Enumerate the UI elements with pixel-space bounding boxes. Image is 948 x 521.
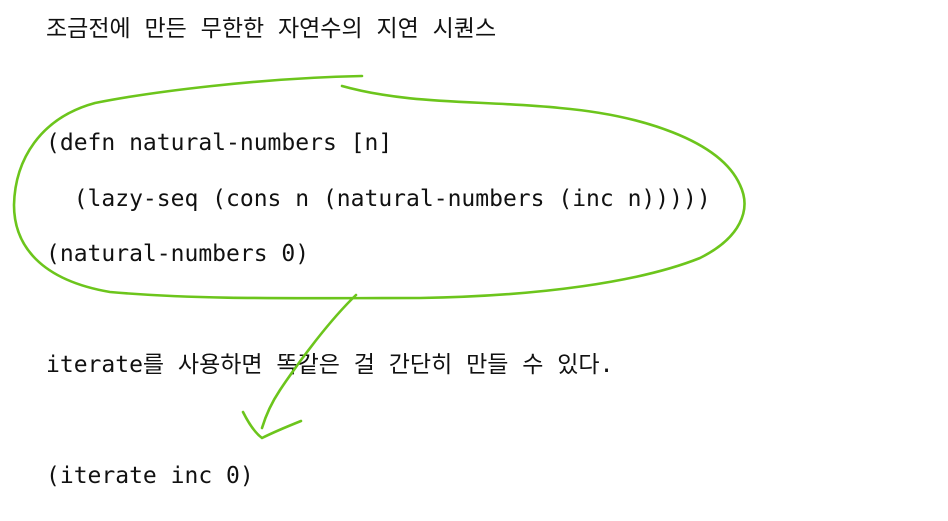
heading-text: 조금전에 만든 무한한 자연수의 지연 시퀀스	[46, 16, 497, 42]
code-line-call: (natural-numbers 0)	[46, 241, 310, 267]
arrowhead-annotation	[241, 410, 303, 440]
note-text: iterate를 사용하면 똑같은 걸 간단히 만들 수 있다.	[46, 352, 614, 378]
code-line-defn: (defn natural-numbers [n]	[46, 130, 393, 156]
code-line-body: (lazy-seq (cons n (natural-numbers (inc …	[46, 186, 711, 212]
code-line-iterate: (iterate inc 0)	[46, 463, 254, 489]
